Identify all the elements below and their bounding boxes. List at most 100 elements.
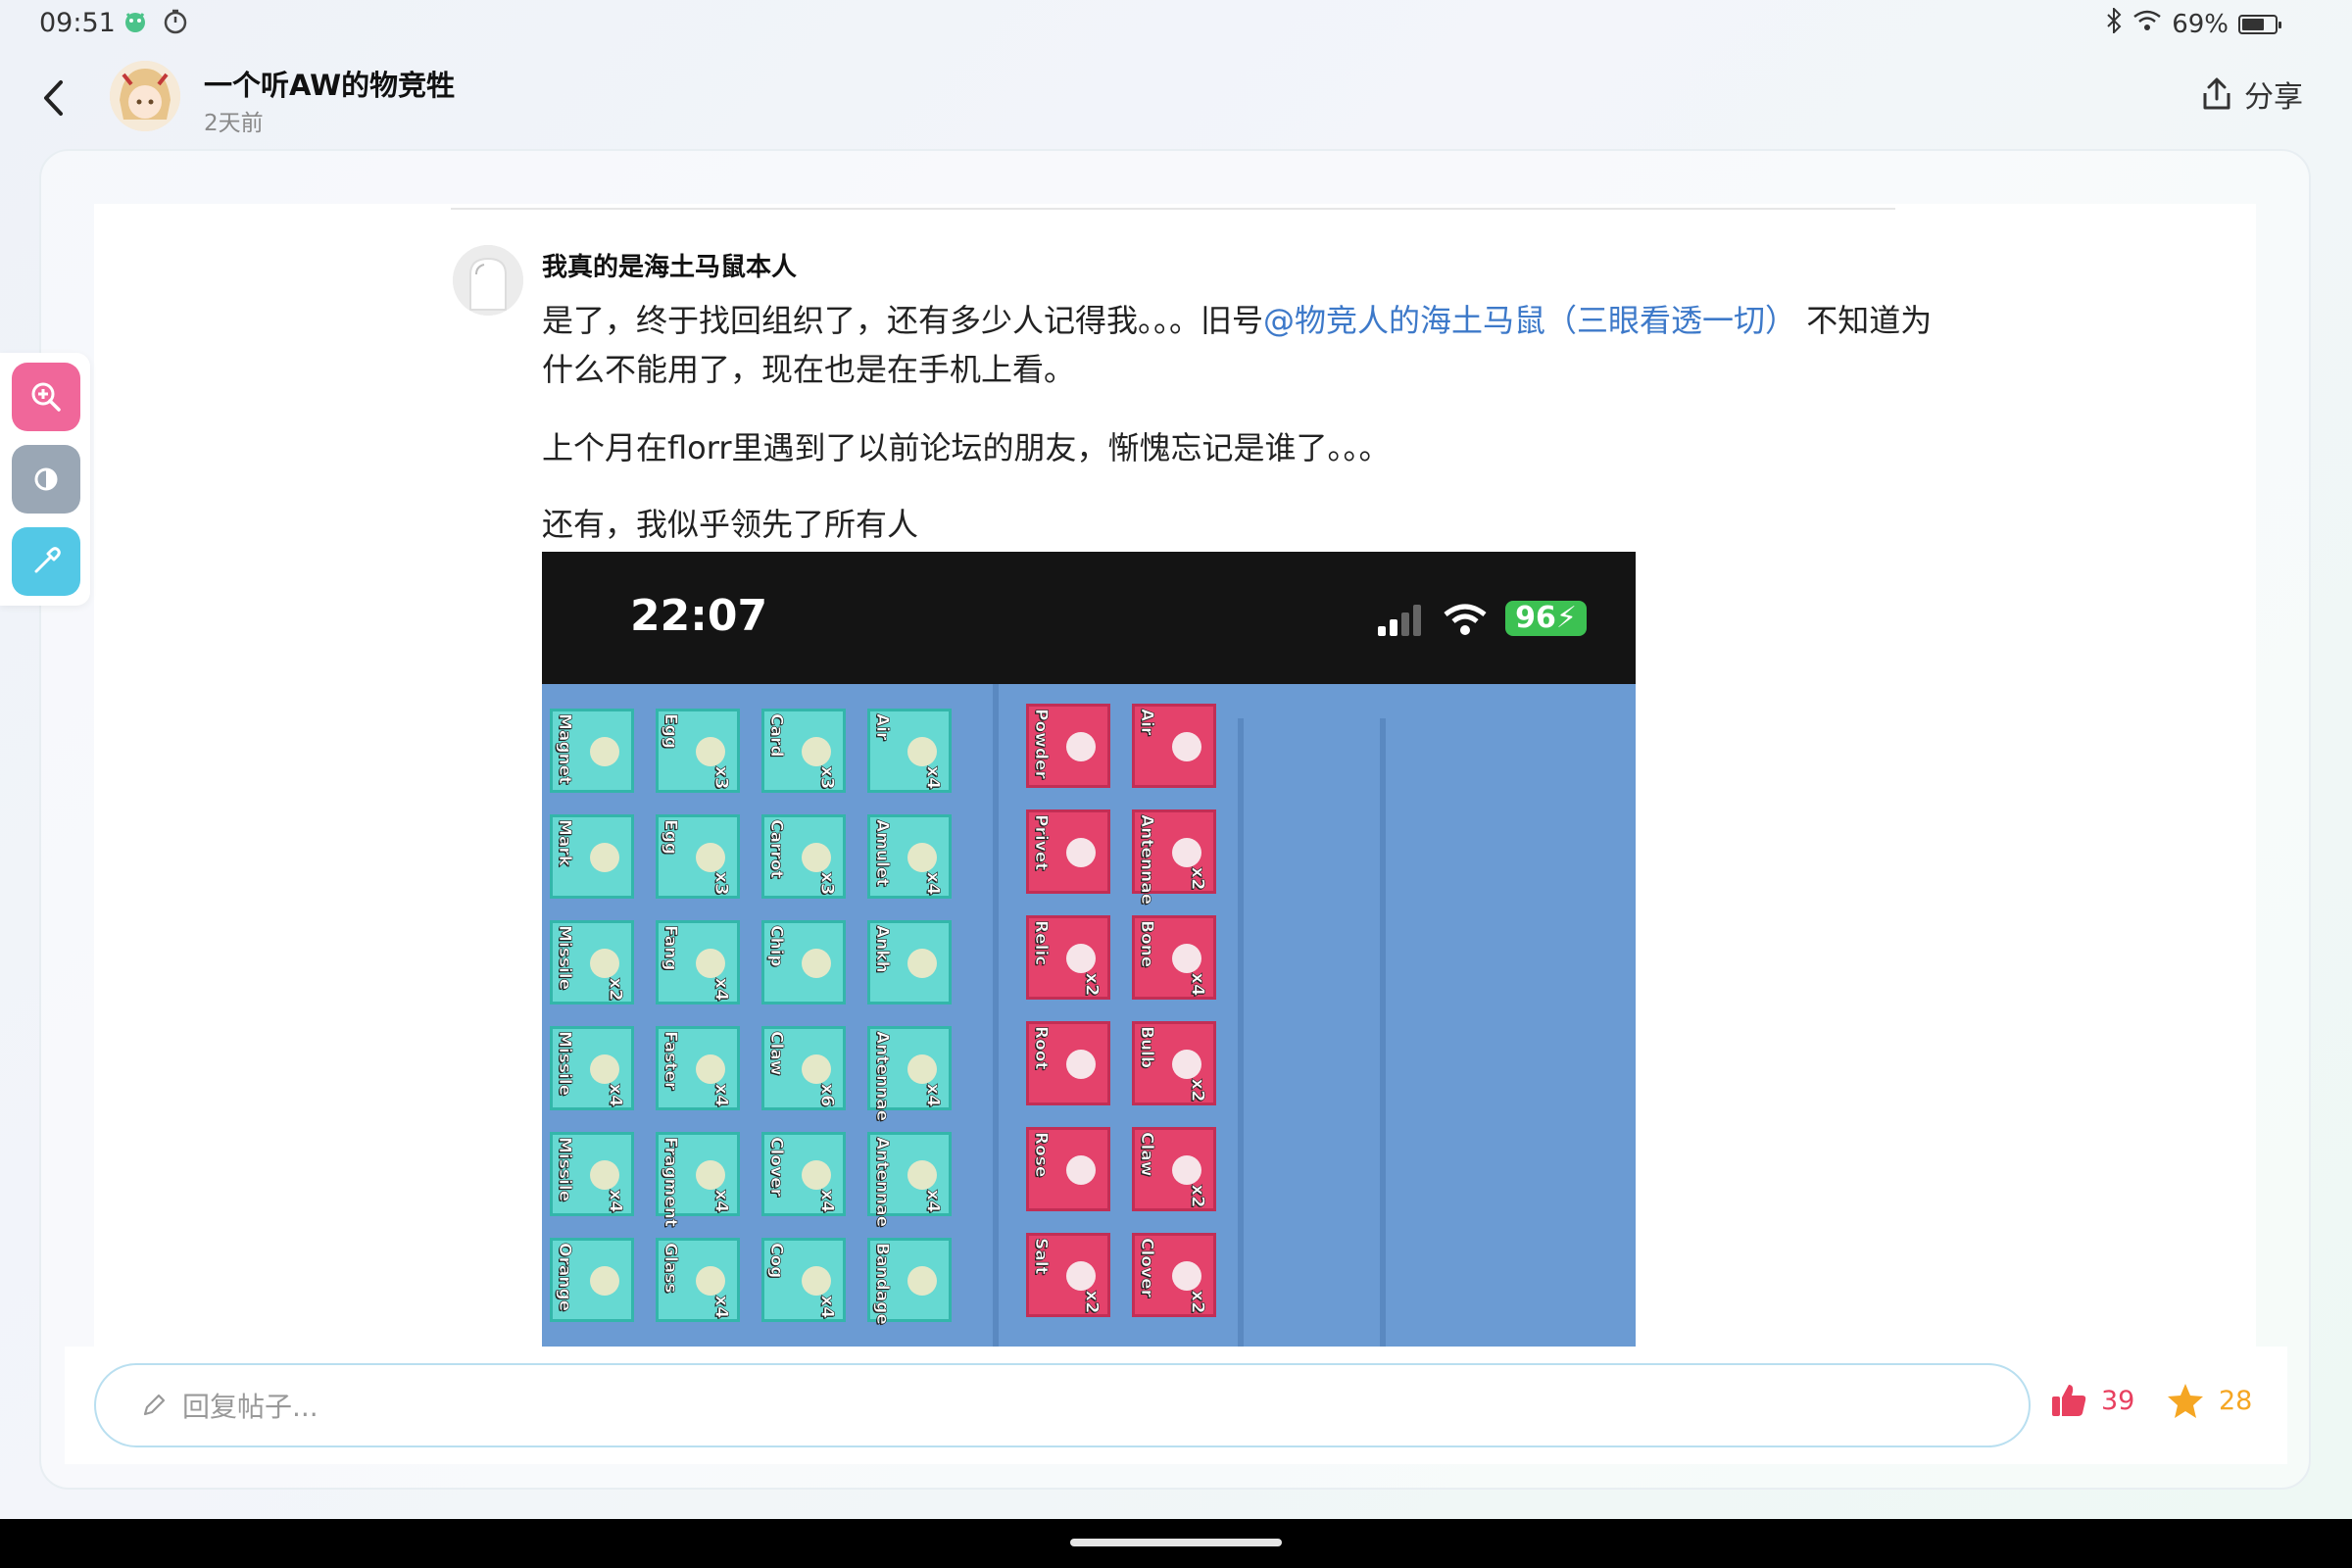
- zoom-button[interactable]: [12, 363, 80, 431]
- petal-slot[interactable]: Missile x4: [550, 1132, 634, 1216]
- petal-slot[interactable]: Fang x4: [656, 920, 740, 1004]
- post-header: 一个听AW的物竞牲 2天前 分享: [0, 51, 2352, 149]
- color-picker-button[interactable]: [12, 527, 80, 596]
- reply-author-name[interactable]: 我真的是海土马鼠本人: [542, 247, 797, 283]
- petal-count: x4: [816, 1189, 838, 1213]
- petal-slot[interactable]: Claw x2: [1132, 1127, 1216, 1211]
- petal-icon: [907, 843, 937, 872]
- petal-icon: [1066, 944, 1096, 973]
- home-indicator[interactable]: [1070, 1539, 1282, 1546]
- petal-slot[interactable]: Missile x4: [550, 1026, 634, 1110]
- petal-slot[interactable]: Air x4: [867, 709, 952, 793]
- zoom-in-icon: [31, 382, 61, 412]
- timer-icon: [163, 9, 188, 38]
- battery-level: [2242, 18, 2265, 30]
- petal-icon: [1066, 1155, 1096, 1185]
- petal-icon: [1172, 1261, 1201, 1291]
- status-time: 09:51: [39, 8, 116, 38]
- petal-slot[interactable]: Carrot x3: [761, 814, 846, 899]
- petal-count: x2: [1187, 866, 1208, 891]
- share-button[interactable]: 分享: [2201, 73, 2303, 116]
- reply-input[interactable]: 回复帖子...: [94, 1363, 2031, 1447]
- petal-slot[interactable]: Bone x4: [1132, 915, 1216, 1000]
- petal-slot[interactable]: Salt x2: [1026, 1233, 1110, 1317]
- petal-slot[interactable]: Antennae x2: [1132, 809, 1216, 905]
- attached-image[interactable]: 22:07 96⚡ Magnet Egg x3 Card x3 Air x4 Mark Egg x…: [542, 552, 1636, 1347]
- petal-icon: [1172, 838, 1201, 867]
- status-bar: 09:51 69%: [0, 0, 2352, 51]
- petal-name: Antennae: [872, 1031, 893, 1122]
- petal-name: Relic: [1031, 920, 1052, 966]
- petal-slot[interactable]: Cog x4: [761, 1238, 846, 1322]
- petal-slot[interactable]: Rose: [1026, 1127, 1110, 1211]
- petal-name: Missile: [555, 1031, 575, 1097]
- contrast-icon: [34, 467, 58, 491]
- petal-slot[interactable]: Orange: [550, 1238, 634, 1322]
- author-name[interactable]: 一个听AW的物竞牲: [204, 63, 455, 104]
- share-label: 分享: [2244, 80, 2303, 115]
- petal-slot[interactable]: Amulet x4: [867, 814, 952, 899]
- petal-icon: [802, 949, 831, 978]
- petal-slot[interactable]: Bulb x2: [1132, 1021, 1216, 1105]
- petal-slot[interactable]: Antennae x4: [867, 1132, 952, 1227]
- petal-slot[interactable]: Air: [1132, 704, 1216, 788]
- petal-name: Faster: [661, 1031, 681, 1091]
- petal-slot[interactable]: Claw x6: [761, 1026, 846, 1110]
- petal-count: x2: [605, 977, 626, 1002]
- petal-name: Bandage: [872, 1243, 893, 1325]
- favorite-button[interactable]: 28: [2166, 1382, 2252, 1419]
- author-avatar[interactable]: [110, 61, 180, 131]
- reply-paragraph-3: 还有，我似乎领先了所有人: [542, 506, 919, 543]
- petal-name: Antennae: [872, 1137, 893, 1228]
- petal-name: Fang: [661, 925, 681, 971]
- reply-paragraph-2: 上个月在florr里遇到了以前论坛的朋友，惭愧忘记是谁了。。。: [542, 429, 1391, 466]
- petal-name: Egg: [661, 713, 681, 750]
- petal-slot[interactable]: Fragment x4: [656, 1132, 740, 1227]
- petal-slot[interactable]: Relic x2: [1026, 915, 1110, 1000]
- petal-slot[interactable]: Bandage: [867, 1238, 952, 1325]
- reply-author-avatar[interactable]: [453, 245, 523, 316]
- petal-slot[interactable]: Privet: [1026, 809, 1110, 894]
- petal-count: x4: [710, 1295, 732, 1319]
- petal-slot[interactable]: Clover x4: [761, 1132, 846, 1216]
- petal-slot[interactable]: Clover x2: [1132, 1233, 1216, 1317]
- petal-slot[interactable]: Glass x4: [656, 1238, 740, 1322]
- contrast-button[interactable]: [12, 445, 80, 514]
- image-status-bar: 22:07 96⚡: [542, 552, 1636, 684]
- petal-count: x4: [922, 765, 944, 790]
- petal-slot[interactable]: Antennae x4: [867, 1026, 952, 1121]
- petal-slot[interactable]: Magnet: [550, 709, 634, 793]
- back-button[interactable]: [33, 73, 73, 123]
- petal-slot[interactable]: Root: [1026, 1021, 1110, 1105]
- petal-name: Missile: [555, 1137, 575, 1202]
- petal-slot[interactable]: Egg x3: [656, 814, 740, 899]
- reading-toolbar: [0, 353, 90, 606]
- petal-slot[interactable]: Chip: [761, 920, 846, 1004]
- petal-slot[interactable]: Missile x2: [550, 920, 634, 1004]
- petal-slot[interactable]: Egg x3: [656, 709, 740, 793]
- petal-name: Chip: [766, 925, 787, 967]
- petal-icon: [590, 949, 619, 978]
- petal-name: Rose: [1031, 1132, 1052, 1178]
- petal-icon: [907, 737, 937, 766]
- petal-count: x4: [710, 1083, 732, 1107]
- petal-count: x3: [710, 871, 732, 896]
- user-mention-link[interactable]: @物竞人的海土马鼠（三眼看透一切）: [1263, 302, 1796, 339]
- petal-icon: [1066, 732, 1096, 761]
- inventory-divider: [993, 684, 999, 1347]
- battery-icon: [2238, 14, 2281, 34]
- petal-slot[interactable]: Ankh: [867, 920, 952, 1004]
- petal-slot[interactable]: Powder: [1026, 704, 1110, 788]
- petal-name: Fragment: [661, 1137, 681, 1228]
- petal-slot[interactable]: Card x3: [761, 709, 846, 793]
- petal-slot[interactable]: Mark: [550, 814, 634, 899]
- petal-icon: [802, 1054, 831, 1084]
- like-button[interactable]: 39: [2050, 1382, 2134, 1419]
- petal-count: x4: [710, 1189, 732, 1213]
- petal-slot[interactable]: Faster x4: [656, 1026, 740, 1110]
- petal-icon: [1172, 1050, 1201, 1079]
- petal-name: Clover: [766, 1137, 787, 1198]
- inventory-divider: [1238, 718, 1244, 1347]
- share-icon: [2203, 77, 2230, 110]
- petal-icon: [907, 949, 937, 978]
